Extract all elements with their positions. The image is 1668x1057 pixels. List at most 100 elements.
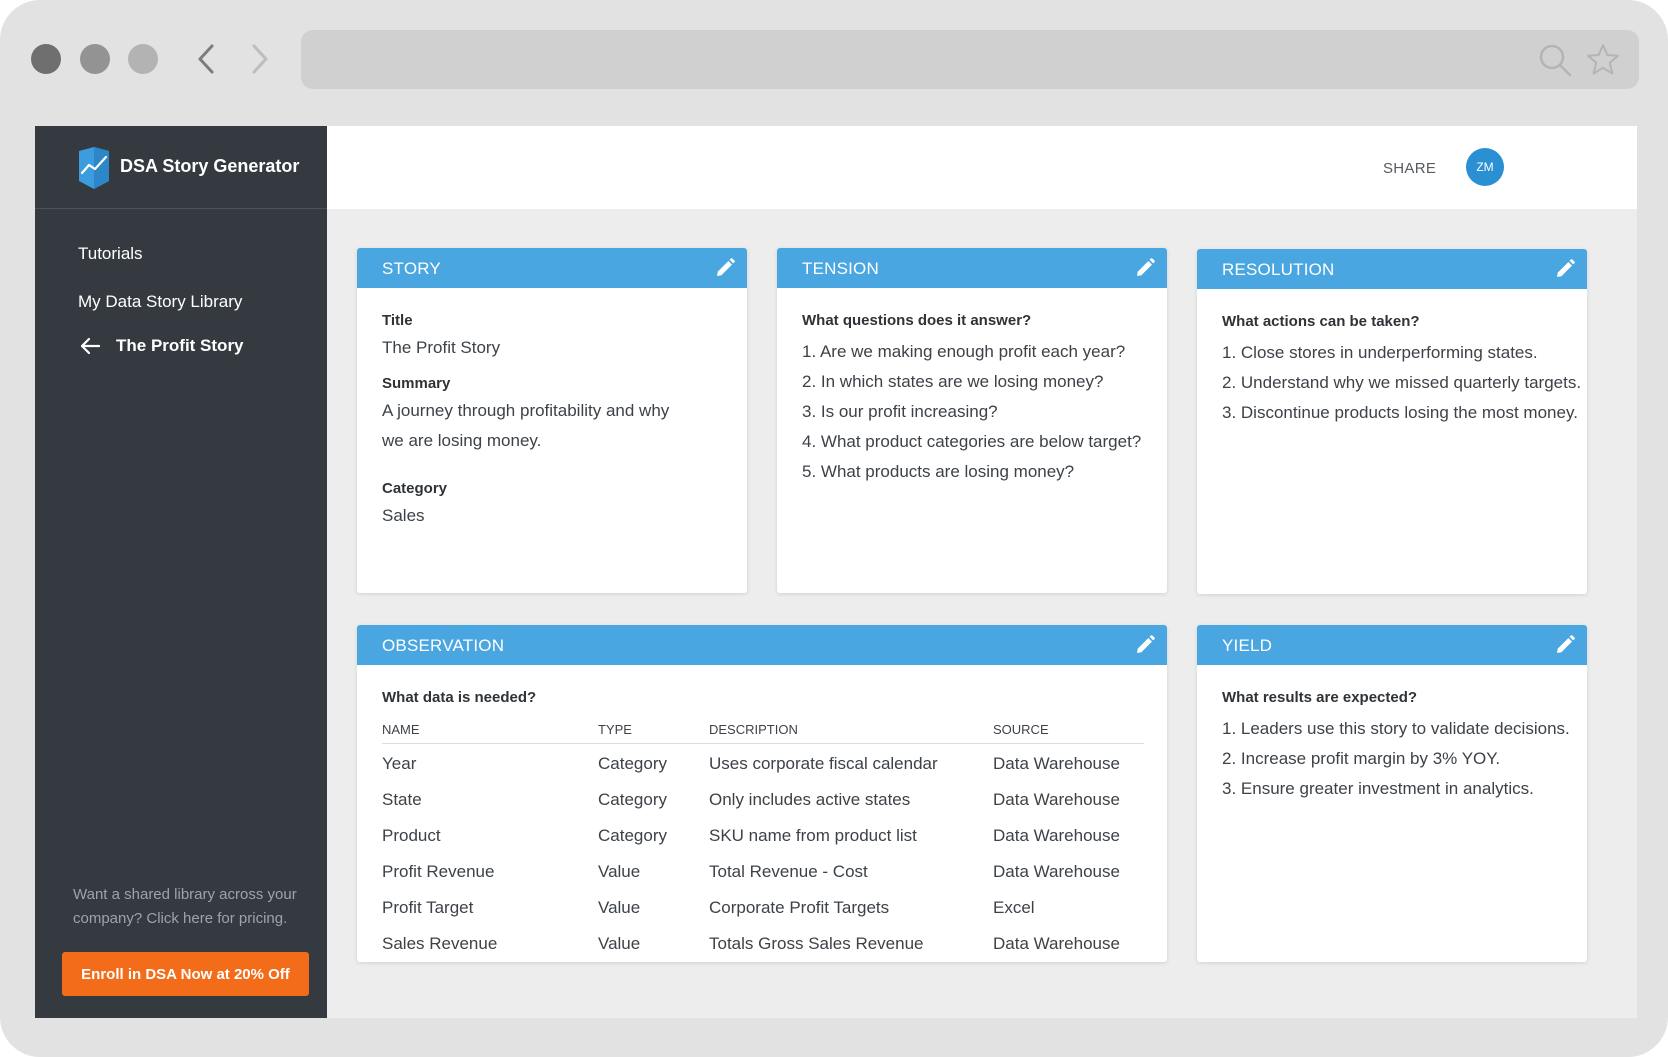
top-header: SHARE ZM <box>327 126 1637 209</box>
yield-list: 1. Leaders use this story to validate de… <box>1222 714 1570 804</box>
table-cell: Year <box>382 753 417 773</box>
list-item: 4. What product categories are below tar… <box>802 432 1142 451</box>
list-item: 1. Leaders use this story to validate de… <box>1222 719 1570 738</box>
table-cell: Total Revenue - Cost <box>709 861 868 881</box>
table-cell: Excel <box>993 897 1035 917</box>
card-title: RESOLUTION <box>1222 260 1335 279</box>
table-row: Profit Target Value Corporate Profit Tar… <box>382 888 1144 924</box>
pencil-icon[interactable] <box>1135 635 1155 655</box>
table-cell: Data Warehouse <box>993 861 1120 881</box>
table-cell: Uses corporate fiscal calendar <box>709 753 938 773</box>
tension-card: TENSION What questions does it answer? 1… <box>777 248 1167 593</box>
table-cell: Sales Revenue <box>382 933 498 953</box>
title-label: Title <box>382 312 413 329</box>
list-item: 3. Is our profit increasing? <box>802 402 998 421</box>
star-icon[interactable] <box>1585 42 1621 78</box>
table-cell: Value <box>598 897 641 917</box>
list-item: 2. Understand why we missed quarterly ta… <box>1222 373 1582 392</box>
table-cell: Profit Target <box>382 897 474 917</box>
table-row: State Category Only includes active stat… <box>382 780 1144 816</box>
browser-window: DSA Story Generator Tutorials My Data St… <box>0 0 1668 1057</box>
pencil-icon[interactable] <box>1555 635 1575 655</box>
table-cell: Product <box>382 825 441 845</box>
column-header: SOURCE <box>993 722 1144 744</box>
table-row: Profit Revenue Value Total Revenue - Cos… <box>382 852 1144 888</box>
pencil-icon[interactable] <box>1555 259 1575 279</box>
card-title: YIELD <box>1222 636 1273 655</box>
pencil-icon[interactable] <box>715 258 735 278</box>
sidebar-item-current-story[interactable]: The Profit Story <box>78 334 244 358</box>
arrow-left-icon <box>80 337 101 355</box>
summary-label: Summary <box>382 375 451 392</box>
brand[interactable]: DSA Story Generator <box>35 126 327 209</box>
address-bar[interactable] <box>301 30 1639 89</box>
table-cell: Profit Revenue <box>382 861 495 881</box>
table-cell: SKU name from product list <box>709 825 917 845</box>
table-cell: State <box>382 789 422 809</box>
app-viewport: DSA Story Generator Tutorials My Data St… <box>35 126 1637 1018</box>
table-cell: Only includes active states <box>709 789 911 809</box>
yield-card-header: YIELD <box>1197 625 1587 665</box>
table-cell: Totals Gross Sales Revenue <box>709 933 924 953</box>
list-item: 2. In which states are we losing money? <box>802 372 1104 391</box>
title-value: The Profit Story <box>382 338 501 357</box>
window-close-dot[interactable] <box>31 44 61 74</box>
window-minimize-dot[interactable] <box>80 44 110 74</box>
tension-list: 1. Are we making enough profit each year… <box>802 337 1142 487</box>
list-item: 1. Are we making enough profit each year… <box>802 342 1126 361</box>
list-item: 3. Ensure greater investment in analytic… <box>1222 779 1534 798</box>
table-cell: Data Warehouse <box>993 933 1120 953</box>
table-cell: Data Warehouse <box>993 825 1120 845</box>
category-value: Sales <box>382 506 425 525</box>
pencil-icon[interactable] <box>1135 258 1155 278</box>
pricing-promo-link[interactable]: Want a shared library across your compan… <box>73 883 303 931</box>
resolution-question: What actions can be taken? <box>1222 313 1420 330</box>
search-icon[interactable] <box>1537 42 1573 78</box>
table-header-row: NAME TYPE DESCRIPTION SOURCE <box>382 722 1144 744</box>
list-item: 5. What products are losing money? <box>802 462 1075 481</box>
category-label: Category <box>382 480 448 497</box>
tension-question: What questions does it answer? <box>802 312 1032 329</box>
story-card-header: STORY <box>357 248 747 288</box>
yield-question: What results are expected? <box>1222 689 1418 706</box>
sidebar: DSA Story Generator Tutorials My Data St… <box>35 126 327 1018</box>
sidebar-item-library[interactable]: My Data Story Library <box>78 292 242 312</box>
back-arrow-icon[interactable] <box>192 40 222 78</box>
column-header: TYPE <box>598 722 709 744</box>
logo-icon <box>79 147 109 189</box>
list-item: 1. Close stores in underperforming state… <box>1222 343 1538 362</box>
card-title: TENSION <box>802 259 879 278</box>
resolution-card: RESOLUTION What actions can be taken? 1.… <box>1197 249 1587 594</box>
app-name: DSA Story Generator <box>120 156 300 176</box>
column-header: NAME <box>382 722 598 744</box>
table-cell: Category <box>598 753 667 773</box>
enroll-button[interactable]: Enroll in DSA Now at 20% Off <box>62 952 309 996</box>
story-card: STORY Title The Profit Story Summary A j… <box>357 248 747 593</box>
table-cell: Value <box>598 933 641 953</box>
tension-card-header: TENSION <box>777 248 1167 288</box>
table-row: Sales Revenue Value Totals Gross Sales R… <box>382 924 1144 960</box>
sidebar-item-label: The Profit Story <box>116 336 244 355</box>
sidebar-item-tutorials[interactable]: Tutorials <box>78 244 143 264</box>
card-title: OBSERVATION <box>382 636 505 655</box>
table-row: Product Category SKU name from product l… <box>382 816 1144 852</box>
resolution-card-header: RESOLUTION <box>1197 249 1587 289</box>
table-cell: Category <box>598 789 667 809</box>
data-table: NAME TYPE DESCRIPTION SOURCE Year Catego… <box>382 722 1144 960</box>
list-item: 3. Discontinue products losing the most … <box>1222 403 1578 422</box>
avatar[interactable]: ZM <box>1466 148 1504 186</box>
table-cell: Data Warehouse <box>993 753 1120 773</box>
yield-card: YIELD What results are expected? 1. Lead… <box>1197 625 1587 962</box>
card-title: STORY <box>382 259 441 278</box>
column-header: DESCRIPTION <box>709 722 993 744</box>
list-item: 2. Increase profit margin by 3% YOY. <box>1222 749 1501 768</box>
forward-arrow-icon[interactable] <box>244 40 274 78</box>
observation-card-header: OBSERVATION <box>357 625 1167 665</box>
table-row: Year Category Uses corporate fiscal cale… <box>382 744 1144 780</box>
observation-card: OBSERVATION What data is needed? NAME TY… <box>357 625 1167 962</box>
resolution-list: 1. Close stores in underperforming state… <box>1222 338 1582 428</box>
window-maximize-dot[interactable] <box>128 44 158 74</box>
table-cell: Value <box>598 861 641 881</box>
summary-value: A journey through profitability and why … <box>382 401 670 450</box>
share-button[interactable]: SHARE <box>1383 160 1436 177</box>
